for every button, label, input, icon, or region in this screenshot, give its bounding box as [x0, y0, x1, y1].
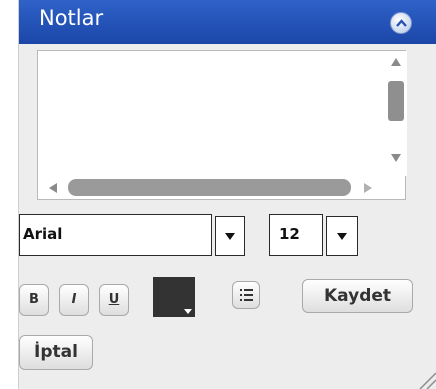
save-button[interactable]: Kaydet: [302, 279, 413, 313]
panel-header: Notlar: [19, 0, 436, 44]
font-family-dropdown-button[interactable]: [215, 216, 245, 256]
bulleted-list-button[interactable]: [232, 281, 260, 309]
resize-grip-icon[interactable]: [417, 370, 436, 389]
text-color-picker[interactable]: [153, 277, 195, 317]
collapse-button[interactable]: [390, 12, 412, 34]
chevron-down-icon: [337, 233, 347, 240]
chevron-down-icon: [225, 233, 235, 240]
horizontal-scroll-thumb[interactable]: [68, 179, 351, 196]
bulleted-list-icon: [240, 289, 253, 301]
triangle-left-icon[interactable]: [48, 182, 58, 194]
italic-button[interactable]: I: [59, 284, 89, 316]
font-family-select[interactable]: Arial: [19, 214, 212, 256]
triangle-right-icon[interactable]: [363, 182, 373, 194]
chevron-up-icon: [396, 19, 407, 27]
horizontal-scrollbar[interactable]: [38, 176, 385, 199]
color-dropdown-icon: [184, 309, 192, 314]
font-size-dropdown-button[interactable]: [326, 216, 358, 256]
vertical-scroll-thumb[interactable]: [388, 81, 404, 121]
vertical-scrollbar[interactable]: [385, 51, 407, 176]
notes-panel: Notlar Arial 12 B I U Kaydet İptal: [18, 0, 436, 389]
triangle-up-icon[interactable]: [390, 57, 402, 67]
font-size-select[interactable]: 12: [269, 214, 323, 256]
underline-button[interactable]: U: [99, 284, 129, 316]
triangle-down-icon[interactable]: [390, 153, 402, 163]
notes-textarea[interactable]: [38, 51, 385, 176]
cancel-button[interactable]: İptal: [19, 335, 93, 370]
panel-title: Notlar: [39, 6, 104, 30]
bold-button[interactable]: B: [19, 284, 49, 316]
notes-editor: [37, 50, 407, 200]
